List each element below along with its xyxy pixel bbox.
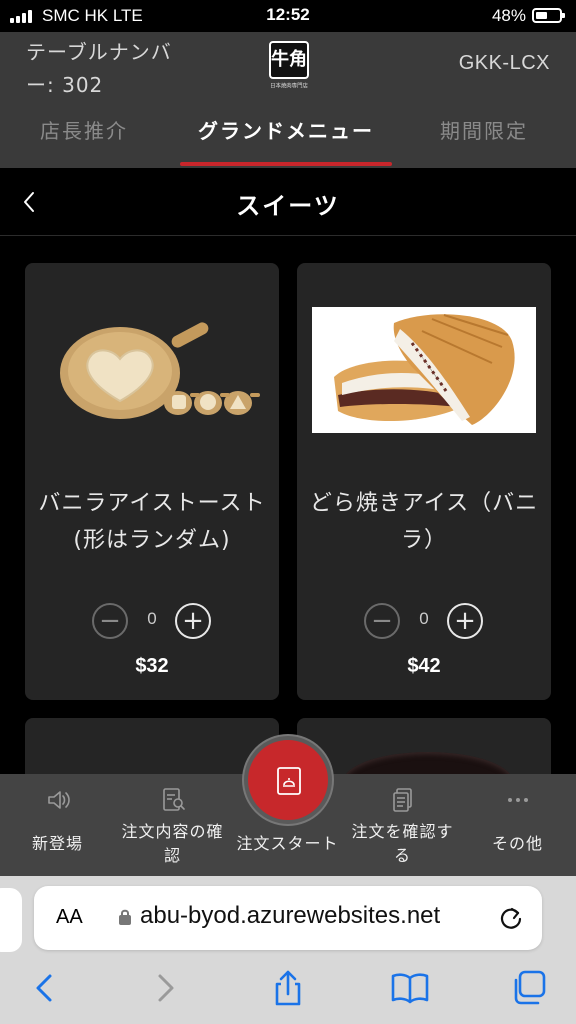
- speaker-icon: [0, 786, 115, 814]
- share-icon: [275, 970, 301, 1006]
- book-icon: [391, 973, 429, 1004]
- clock: 12:52: [266, 5, 310, 24]
- nav-label: 注文を確認する: [351, 822, 454, 865]
- nav-label: その他: [491, 834, 543, 853]
- reload-icon[interactable]: [498, 905, 524, 931]
- product-card[interactable]: バニラアイストースト(形はランダム) − 0 + $32: [25, 263, 279, 700]
- browser-back-button[interactable]: [24, 968, 64, 1008]
- previous-tab-edge[interactable]: [0, 888, 22, 952]
- quantity-stepper: − 0 +: [25, 603, 279, 641]
- quantity-value: 0: [147, 609, 157, 628]
- vanilla-ice-toast-image: [60, 322, 260, 419]
- aa-label: AA: [56, 906, 83, 928]
- tabs-icon: [514, 970, 546, 1005]
- order-start-icon: [277, 767, 301, 795]
- product-card-partial[interactable]: [297, 718, 551, 778]
- product-price: $32: [135, 655, 169, 677]
- nav-confirm-order[interactable]: 注文を確認する: [345, 774, 460, 876]
- menu-tabs: 店長推介 グランドメニュー 期間限定: [0, 114, 576, 166]
- nav-label: 新登場: [31, 834, 83, 853]
- order-review-icon: [115, 786, 230, 814]
- tab-manager-recommend[interactable]: 店長推介: [0, 114, 168, 166]
- decrease-quantity-button[interactable]: −: [364, 603, 400, 639]
- nav-new-arrivals[interactable]: 新登場: [0, 774, 115, 876]
- session-code: GKK-LCX: [458, 52, 550, 74]
- decrease-quantity-button[interactable]: −: [92, 603, 128, 639]
- dorayaki-ice-image: [312, 307, 536, 433]
- browser-forward-button[interactable]: [146, 968, 186, 1008]
- app-header: テーブルナンバー: 302 牛角 日本焼肉専門店 GKK-LCX 店長推介 グラ…: [0, 32, 576, 168]
- product-name: どら焼きアイス（バニラ）: [309, 491, 539, 553]
- product-card-partial[interactable]: [25, 718, 279, 778]
- order-start-button[interactable]: [244, 736, 332, 824]
- increase-quantity-button[interactable]: +: [175, 603, 211, 639]
- tab-limited-time[interactable]: 期間限定: [404, 114, 564, 166]
- nav-label: 注文内容の確認: [121, 822, 224, 865]
- bookmarks-button[interactable]: [390, 968, 430, 1008]
- more-icon: [460, 786, 575, 814]
- nav-label: 注文スタート: [236, 834, 339, 853]
- url-text: abu-byod.azurewebsites.net: [140, 902, 441, 929]
- active-tab-indicator: [180, 162, 392, 166]
- nav-order-review[interactable]: 注文内容の確認: [115, 774, 230, 876]
- text-size-button[interactable]: AA: [56, 906, 83, 929]
- battery-icon: [532, 8, 565, 23]
- product-price: $42: [407, 655, 441, 677]
- status-bar: SMC HK LTE 12:52 48%: [0, 0, 576, 32]
- battery-percent: 48%: [491, 6, 526, 25]
- category-bar: スイーツ: [0, 168, 576, 236]
- increase-quantity-button[interactable]: +: [447, 603, 483, 639]
- lock-icon: [119, 909, 131, 925]
- quantity-stepper: − 0 +: [297, 603, 551, 641]
- product-name: バニラアイストースト(形はランダム): [38, 491, 266, 553]
- chevron-right-icon: [158, 974, 174, 1002]
- table-number-label: テーブルナンバー: 302: [26, 40, 172, 97]
- share-button[interactable]: [268, 968, 308, 1008]
- address-bar[interactable]: AA abu-byod.azurewebsites.net: [34, 886, 542, 950]
- product-card[interactable]: どら焼きアイス（バニラ） − 0 + $42: [297, 263, 551, 700]
- browser-chrome: AA abu-byod.azurewebsites.net: [0, 876, 576, 1024]
- chevron-left-icon: [36, 974, 52, 1002]
- nav-more[interactable]: その他: [460, 774, 575, 876]
- tabs-button[interactable]: [510, 968, 550, 1008]
- category-title: スイーツ: [236, 192, 340, 220]
- tab-grand-menu[interactable]: グランドメニュー: [168, 114, 404, 166]
- browser-toolbar: [0, 968, 576, 1012]
- logo-mark: 牛角: [269, 41, 309, 79]
- logo-subtitle: 日本焼肉専門店: [270, 83, 308, 90]
- gyukaku-logo: 牛角 日本焼肉専門店: [266, 41, 312, 90]
- documents-icon: [345, 786, 460, 814]
- quantity-value: 0: [419, 609, 429, 628]
